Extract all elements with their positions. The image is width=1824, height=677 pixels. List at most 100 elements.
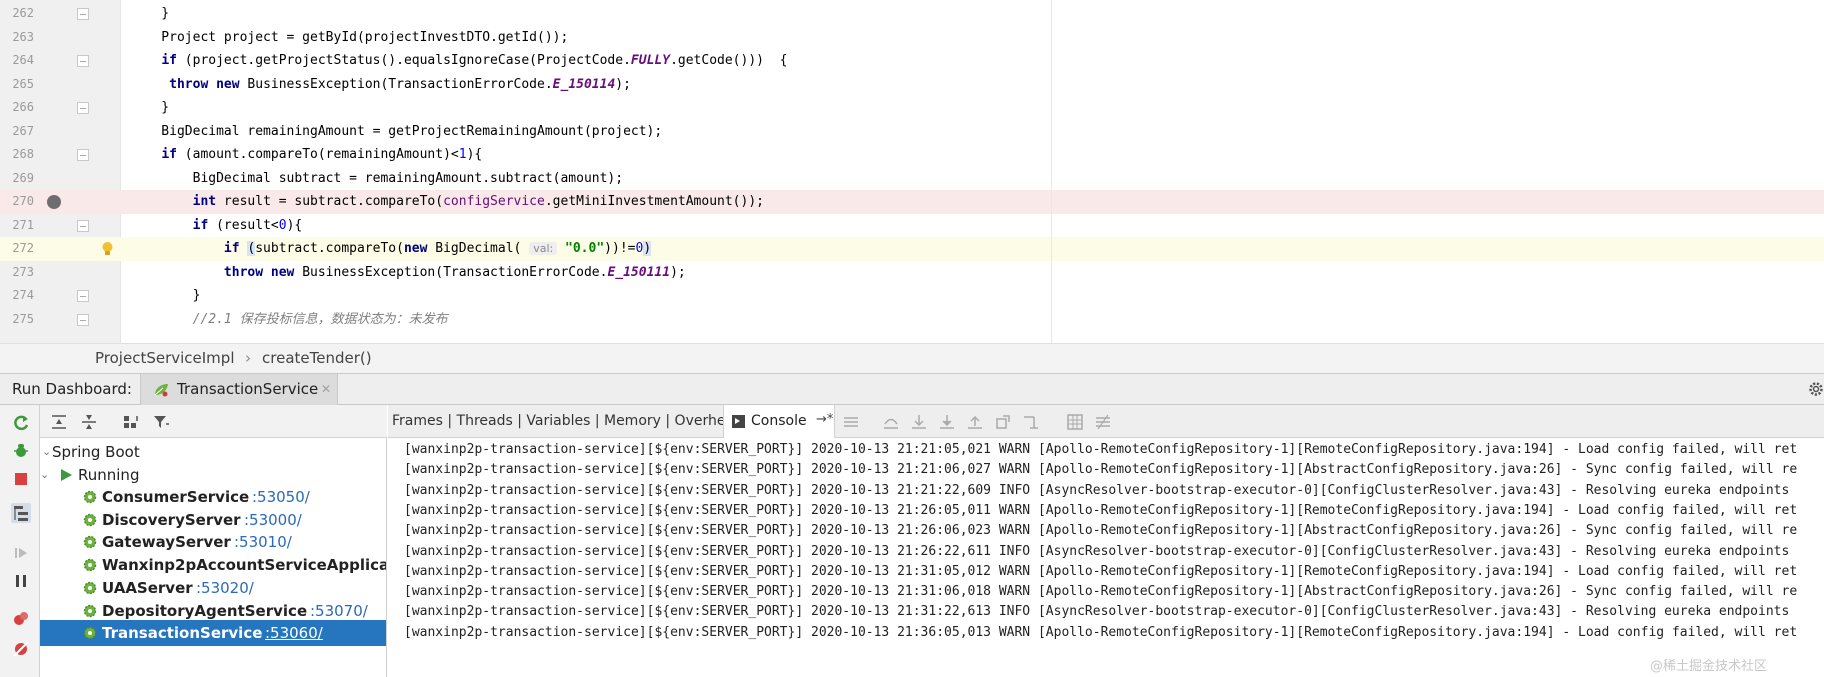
console-log-line[interactable]: [wanxinp2p-transaction-service][${env:SE… [404,621,1797,645]
line-number[interactable]: 269 [0,167,34,191]
line-number[interactable]: 264 [0,49,34,73]
line-number[interactable]: 273 [0,261,34,285]
fold-marker-icon[interactable] [77,55,89,67]
line-number[interactable]: 271 [0,214,34,238]
breadcrumb: ProjectServiceImpl › createTender() [0,343,1824,373]
code-text[interactable]: if (amount.compareTo(remainingAmount)<1)… [130,143,482,167]
service-name: TransactionService [102,624,263,643]
code-text[interactable]: if (subtract.compareTo(new BigDecimal( v… [130,237,652,261]
tab-label: TransactionService [177,380,319,398]
code-line[interactable]: 271 if (result<0){ [0,214,1824,238]
run-to-cursor-icon[interactable] [1022,413,1040,431]
breakpoint-dot-icon[interactable] [47,195,61,209]
view-breakpoints-icon[interactable] [11,609,31,629]
gear-icon[interactable] [1808,381,1824,397]
trace-settings-icon[interactable] [1094,413,1112,431]
code-line[interactable]: 266 } [0,96,1824,120]
pause-icon[interactable] [11,571,31,591]
filter-icon[interactable] [152,413,170,431]
fold-marker-icon[interactable] [77,219,89,232]
evaluate-expression-icon[interactable] [1066,413,1084,431]
resume-icon[interactable] [11,543,31,563]
collapse-all-icon[interactable] [80,413,98,431]
code-text[interactable]: } [130,2,169,26]
code-line[interactable]: 273 throw new BusinessException(Transact… [0,261,1824,285]
debugger-tabs[interactable]: Frames | Threads | Variables | Memory | … [392,413,743,429]
line-number[interactable]: 262 [0,2,34,26]
line-number[interactable]: 265 [0,73,34,97]
code-line[interactable]: 263 Project project = getById(projectInv… [0,26,1824,50]
spring-leaf-icon [83,513,97,526]
code-editor[interactable]: 262 } 263 Project project = getById(proje… [0,0,1824,343]
code-line[interactable]: 268 if (amount.compareTo(remainingAmount… [0,143,1824,167]
code-line[interactable]: 269 BigDecimal subtract = remainingAmoun… [0,167,1824,191]
tab-console[interactable]: Console →* [723,405,835,438]
expand-all-icon[interactable] [50,413,68,431]
code-text[interactable]: } [130,96,169,120]
menu-lines-icon[interactable] [842,413,860,431]
fold-marker-icon[interactable] [77,102,89,114]
tree-toolbar [40,405,387,438]
line-number[interactable]: 263 [0,26,34,50]
line-number[interactable]: 272 [0,237,34,261]
debug-icon[interactable] [11,441,31,461]
code-text[interactable]: throw new BusinessException(TransactionE… [130,73,631,97]
services-tree: ⌄ Spring Boot ⌄ Running ConsumerService:… [40,438,387,677]
run-dashboard-toolbar [0,405,40,677]
breadcrumb-class[interactable]: ProjectServiceImpl [95,349,234,367]
line-number[interactable]: 268 [0,143,34,167]
drop-frame-icon[interactable] [994,413,1012,431]
spring-leaf-icon [83,581,97,595]
code-line[interactable]: 264 if (project.getProjectStatus().equal… [0,49,1824,73]
step-over-icon[interactable] [882,413,900,431]
code-line[interactable]: 267 BigDecimal remainingAmount = getProj… [0,120,1824,144]
step-into-icon[interactable] [910,413,928,431]
code-text[interactable]: BigDecimal remainingAmount = getProjectR… [130,120,662,144]
service-item[interactable]: TransactionService:53060/ [40,620,386,647]
group-services-icon[interactable] [11,503,31,523]
lightbulb-icon[interactable] [101,241,114,257]
rerun-icon[interactable] [11,413,31,433]
stop-icon[interactable] [11,469,31,489]
close-icon[interactable]: ✕ [321,382,331,396]
code-line[interactable]: 275 //2.1 保存投标信息，数据状态为：未发布 [0,308,1824,332]
code-text[interactable]: } [130,284,201,308]
console-tab-label: Console [751,413,807,429]
spring-leaf-icon [83,558,97,572]
code-text[interactable]: int result = subtract.compareTo(configSe… [130,190,764,214]
right-margin-guide [1051,0,1052,343]
fold-marker-icon[interactable] [77,313,89,326]
line-number[interactable]: 274 [0,284,34,308]
code-line[interactable]: 265 throw new BusinessException(Transact… [0,73,1824,97]
console-tab-arrow: →* [816,412,834,427]
console-icon [732,415,745,428]
service-port-link[interactable]: :53060/ [265,620,323,646]
step-out-icon[interactable] [966,413,984,431]
line-number[interactable]: 275 [0,308,34,332]
code-line[interactable]: 274 } [0,284,1824,308]
console-output[interactable]: [wanxinp2p-transaction-service][${env:SE… [388,438,1824,677]
fold-marker-icon[interactable] [77,290,89,302]
code-line[interactable]: 272 if (subtract.compareTo(new BigDecima… [0,237,1824,261]
tab-transaction-service[interactable]: TransactionService ✕ [140,374,338,405]
spring-leaf-icon [154,384,168,397]
breadcrumb-method[interactable]: createTender() [262,349,372,367]
code-line[interactable]: 262 } [0,2,1824,26]
console-toolbar: Frames | Threads | Variables | Memory | … [388,405,1824,438]
code-text[interactable]: if (project.getProjectStatus().equalsIgn… [130,49,787,73]
mute-breakpoints-icon[interactable] [11,639,31,659]
watermark: @稀土掘金技术社区 [1650,659,1768,674]
code-text[interactable]: //2.1 保存投标信息，数据状态为：未发布 [130,308,448,332]
line-number[interactable]: 267 [0,120,34,144]
line-number[interactable]: 266 [0,96,34,120]
fold-marker-icon[interactable] [77,8,89,20]
group-by-icon[interactable] [122,413,140,431]
code-text[interactable]: Project project = getById(projectInvestD… [130,26,568,50]
line-number[interactable]: 270 [0,190,34,214]
code-line[interactable]: 270 int result = subtract.compareTo(conf… [0,190,1824,214]
fold-marker-icon[interactable] [77,149,89,161]
code-text[interactable]: throw new BusinessException(TransactionE… [130,261,686,285]
code-text[interactable]: BigDecimal subtract = remainingAmount.su… [130,167,623,191]
code-text[interactable]: if (result<0){ [130,214,303,238]
force-step-into-icon[interactable] [938,413,956,431]
